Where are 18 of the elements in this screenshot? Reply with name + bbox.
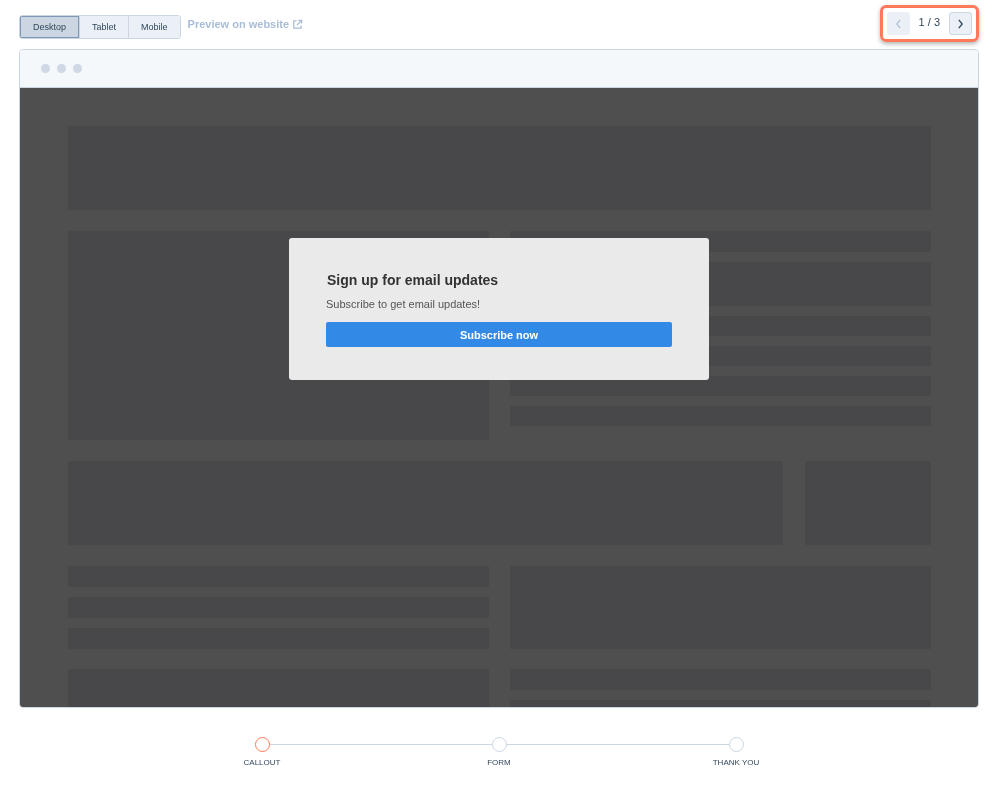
step-label: CALLOUT <box>243 758 281 767</box>
page-counter: 1 / 3 <box>917 15 941 28</box>
step-marker[interactable] <box>491 737 507 752</box>
chevron-right-icon <box>957 18 964 29</box>
external-link-icon <box>292 18 304 30</box>
window-dots-icon <box>41 64 82 73</box>
device-tab[interactable]: Mobile <box>128 16 180 38</box>
subscribe-button[interactable]: Subscribe now <box>326 322 672 347</box>
popup-text: Subscribe to get email updates! <box>326 298 482 310</box>
step-label: FORM <box>487 758 511 767</box>
device-tab[interactable]: Desktop <box>20 16 80 38</box>
device-tab[interactable]: Tablet <box>79 16 129 38</box>
step-marker[interactable] <box>254 737 270 752</box>
chevron-left-icon <box>894 18 902 29</box>
popup-title: Sign up for email updates <box>326 272 500 288</box>
next-button[interactable] <box>949 12 972 35</box>
step-marker[interactable] <box>728 737 744 752</box>
step-label: THANK YOU <box>712 758 760 767</box>
